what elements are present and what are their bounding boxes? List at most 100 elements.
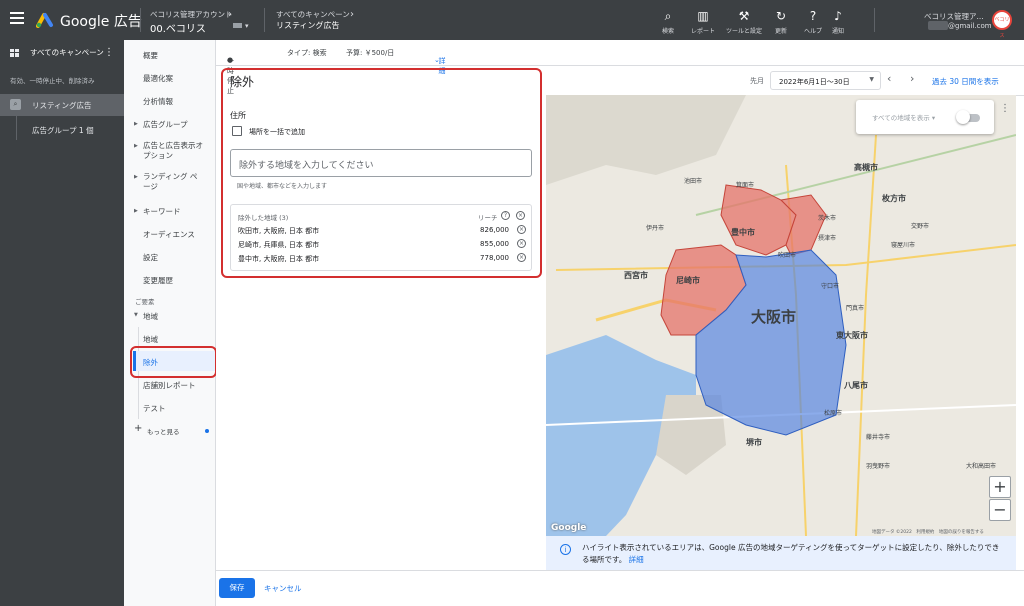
map-more-vert-icon[interactable]: ⋮	[1000, 103, 1010, 114]
menu-ad-groups[interactable]: ▶ 広告グループ	[124, 119, 216, 130]
campaign-name[interactable]: リスティング広告	[276, 20, 340, 31]
city-label: 西宮市	[624, 270, 648, 280]
city-label: 門真市	[846, 304, 864, 312]
grid-icon	[10, 48, 20, 58]
ad-group-item[interactable]: 広告グループ 1 個	[0, 116, 124, 140]
chevron-right-icon: ›	[228, 9, 232, 20]
info-text: ハイライト表示されているエリアは、Google 広告の地域ターゲティングを使って…	[582, 543, 1000, 564]
status-filter[interactable]: 有効、一時停止中、削除済み	[0, 64, 124, 94]
divider	[140, 8, 141, 32]
refresh-icon: ↻	[775, 9, 787, 23]
campaign-navigator: すべてのキャンペーン ⋮ 有効、一時停止中、削除済み ⌕ リスティング広告 広告グ…	[0, 40, 124, 606]
campaign-item-listing[interactable]: ⌕ リスティング広告	[0, 94, 124, 116]
menu-locations[interactable]: 地域	[124, 334, 158, 345]
search-campaign-icon: ⌕	[10, 99, 21, 110]
menu-recommendations[interactable]: 最適化案	[124, 73, 173, 84]
account-swatch	[233, 23, 242, 28]
city-label: 堺市	[746, 437, 762, 447]
tree-line	[16, 110, 17, 140]
reports-icon: ▥	[697, 9, 709, 23]
menu-change-history[interactable]: 変更履歴	[124, 275, 173, 286]
menu-group-label: ご要素	[135, 298, 155, 306]
cancel-button[interactable]: キャンセル	[264, 583, 302, 594]
city-label: 高槻市	[854, 162, 878, 172]
user-email: @gmail.com	[948, 22, 992, 30]
all-campaigns-header[interactable]: すべてのキャンペーン ⋮	[0, 40, 124, 64]
zoom-out-button[interactable]: −	[989, 499, 1011, 521]
search-icon: ⌕	[664, 9, 672, 23]
menu-audiences[interactable]: オーディエンス	[124, 229, 195, 240]
city-label: 大和高田市	[966, 462, 996, 470]
campaign-budget: 予算: ￥500/日	[346, 49, 395, 57]
city-label: 豊中市	[731, 227, 755, 237]
menu-keywords[interactable]: ▶ キーワード	[124, 206, 216, 217]
city-label: 八尾市	[843, 380, 868, 390]
info-banner: i ハイライト表示されているエリアは、Google 広告の地域ターゲティングを使…	[546, 536, 1016, 570]
highlight-box-menu	[130, 346, 217, 378]
account-label[interactable]: ベコリス管理アカウント	[150, 9, 233, 20]
google-map-logo: Google	[551, 523, 587, 533]
menu-ads-extensions[interactable]: ▶ 広告と広告表示オプション	[124, 141, 216, 161]
menu-insights[interactable]: 分析情報	[124, 96, 173, 107]
show-all-regions-label: すべての地域を表示 ▾	[872, 114, 936, 122]
city-label: 摂津市	[818, 234, 836, 242]
menu-experiments[interactable]: テスト	[124, 403, 166, 414]
menu-settings[interactable]: 設定	[124, 252, 158, 263]
dropdown-arrow-icon: ▼	[869, 76, 874, 83]
prev-period-button[interactable]: ‹	[887, 72, 891, 85]
hamburger-menu-icon[interactable]	[10, 12, 24, 24]
toggle-knob[interactable]	[956, 110, 970, 124]
redacted-email	[928, 21, 948, 30]
account-name[interactable]: 00.ベコリス	[150, 20, 206, 35]
zoom-in-button[interactable]: +	[989, 476, 1011, 498]
divider	[264, 8, 265, 32]
more-vert-icon[interactable]: ⋮	[104, 47, 114, 58]
date-range-picker[interactable]: 2022年6月1日〜30日 ▼	[770, 71, 881, 90]
menu-store-reports[interactable]: 店舗別レポート	[124, 380, 196, 391]
city-label: 交野市	[911, 222, 929, 230]
city-label: 松原市	[824, 409, 842, 417]
menu-show-more[interactable]: もっと見る	[124, 426, 180, 436]
new-dot	[205, 429, 209, 433]
next-period-button[interactable]: ›	[910, 72, 914, 85]
city-label: 吹田市	[778, 251, 796, 259]
date-preset-label: 先月	[750, 77, 764, 85]
google-ads-logo-icon	[36, 13, 53, 28]
menu-locations-group[interactable]: ▼ 地域	[124, 311, 216, 322]
top-bar: Google 広告 ベコリス管理アカウント › 00.ベコリス ▾ すべてのキャ…	[0, 0, 1024, 40]
show-last-30-days-link[interactable]: 過去 30 日間を表示	[932, 76, 999, 87]
bell-icon: ♪	[834, 9, 842, 23]
avatar[interactable]: ベコリス	[992, 10, 1012, 39]
campaign-label[interactable]: すべてのキャンペーン	[276, 9, 350, 20]
campaign-status-bar: ● 一時停止 タイプ: 検索 予算: ￥500/日 ⌄ 詳細	[216, 40, 1024, 95]
chevron-down-icon: ▾	[245, 22, 249, 30]
map-attribution[interactable]: 地図データ ©2022 利用規約 地図の誤りを報告する	[872, 529, 984, 535]
city-label: 池田市	[684, 177, 702, 185]
city-label: 守口市	[821, 282, 839, 290]
show-all-regions-control[interactable]: すべての地域を表示 ▾	[856, 100, 994, 134]
menu-overview[interactable]: 概要	[124, 50, 158, 61]
city-label: 羽曳野市	[866, 462, 890, 470]
city-label: 東大阪市	[836, 330, 868, 340]
city-label: 茨木市	[818, 214, 836, 222]
map-canvas: 大阪市 豊中市 尼崎市 吹田市 西宮市 東大阪市 八尾市 堺市 高槻市 枚方市 …	[546, 95, 1016, 536]
city-label: 伊丹市	[646, 224, 664, 232]
divider	[874, 8, 875, 32]
menu-landing-pages[interactable]: ▶ ランディング ページ	[124, 172, 216, 192]
city-label: 大阪市	[751, 308, 796, 326]
city-label: 尼崎市	[676, 275, 700, 285]
location-map[interactable]: 大阪市 豊中市 尼崎市 吹田市 西宮市 東大阪市 八尾市 堺市 高槻市 枚方市 …	[546, 95, 1016, 536]
reports-tool[interactable]: ▥ レポート	[681, 9, 725, 35]
city-label: 寝屋川市	[891, 241, 915, 249]
details-toggle[interactable]: ⌄ 詳細	[434, 48, 445, 75]
notifications-tool[interactable]: ♪ 通知	[816, 9, 860, 35]
save-button[interactable]: 保存	[219, 578, 255, 598]
city-label: 藤井寺市	[866, 433, 890, 441]
chevron-right-icon: ›	[350, 9, 354, 20]
wrench-icon: ⚒	[738, 9, 750, 23]
page-menu: 概要 最適化案 分析情報 ▶ 広告グループ ▶ 広告と広告表示オプション ▶ ランディ…	[124, 40, 216, 606]
brand-title: Google 広告	[60, 14, 142, 30]
account-dropdown[interactable]: ▾	[233, 22, 255, 30]
footer-bar	[216, 570, 1024, 606]
learn-more-link[interactable]: 詳細	[629, 555, 644, 564]
